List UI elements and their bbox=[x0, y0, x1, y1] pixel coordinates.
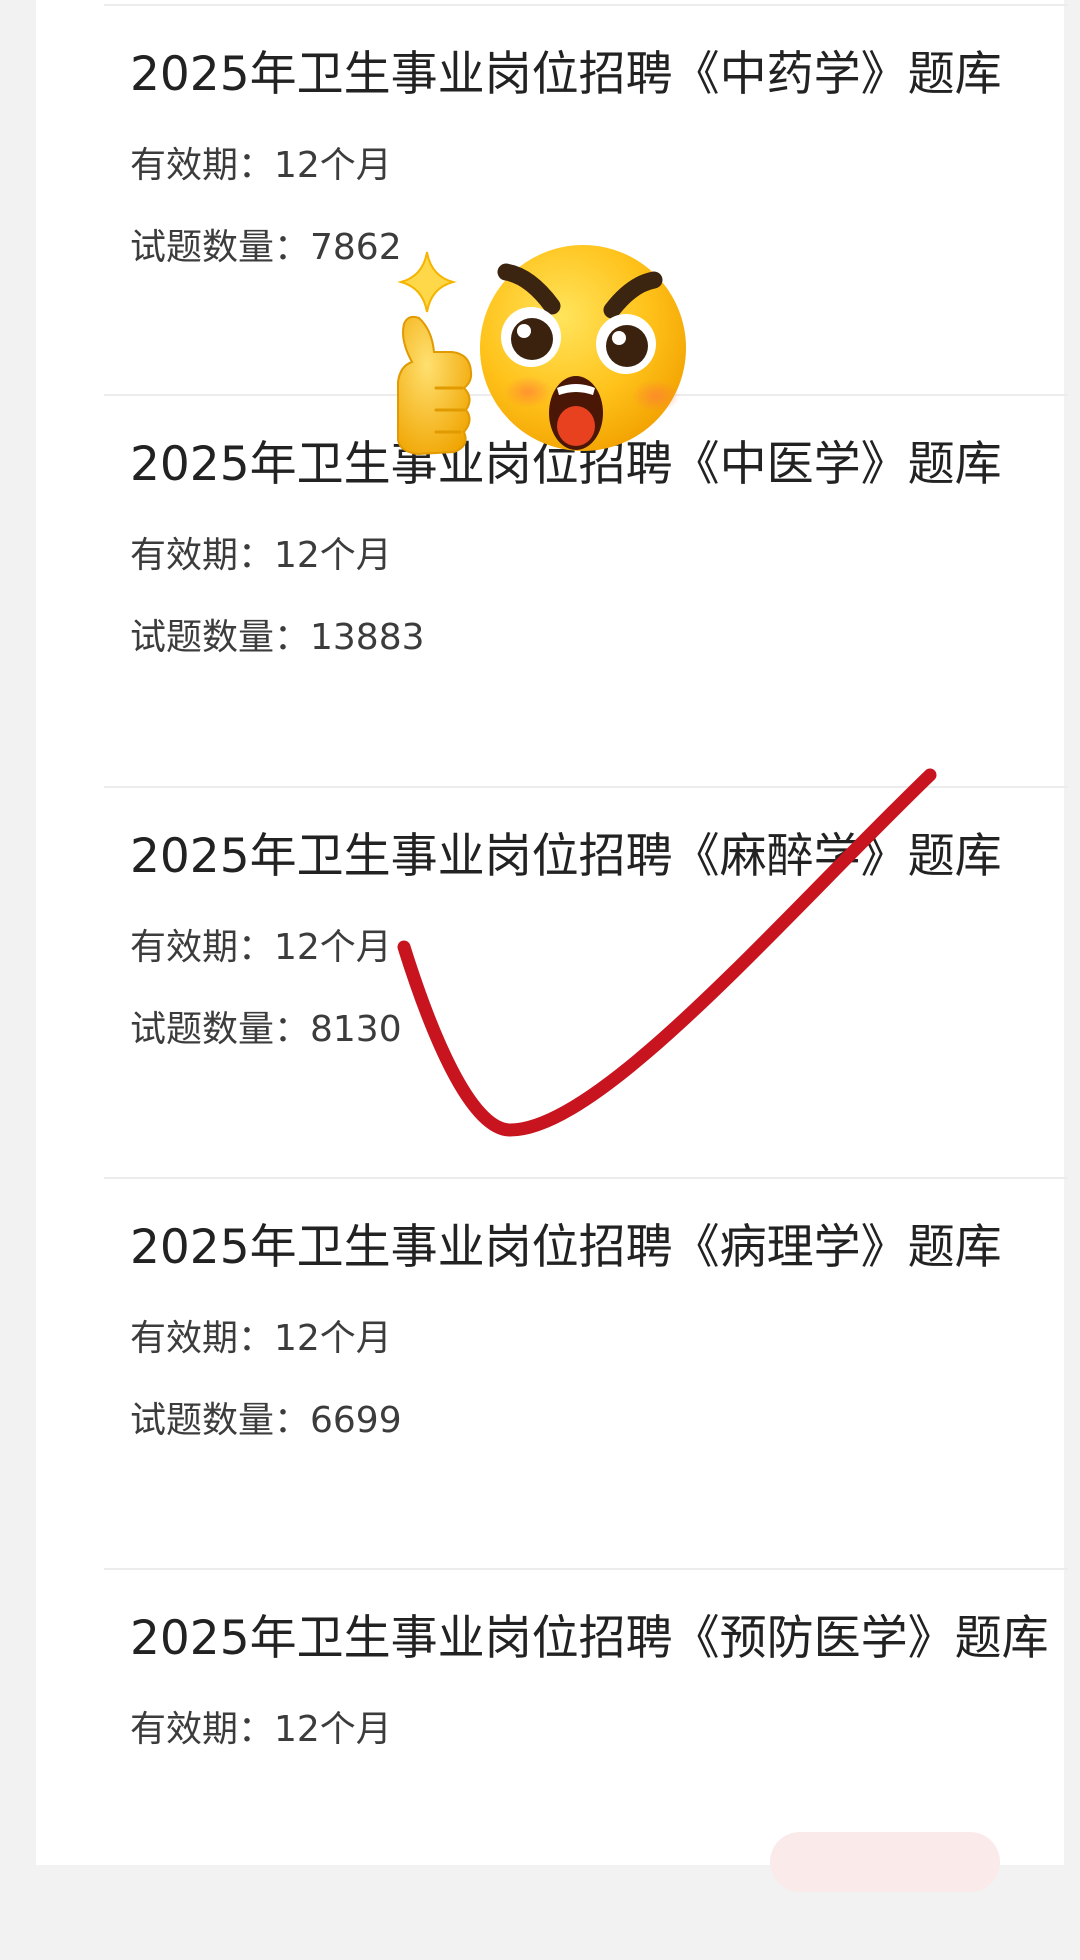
exam-list-panel: 2025年卫生事业岗位招聘《中药学》题库 有效期：12个月 试题数量：7862 … bbox=[36, 0, 1068, 1865]
validity-period: 有效期：12个月 bbox=[130, 1709, 392, 1750]
exam-bank-title: 2025年卫生事业岗位招聘《中医学》题库 bbox=[130, 437, 1002, 492]
exam-bank-title: 2025年卫生事业岗位招聘《预防医学》题库 bbox=[130, 1611, 1049, 1666]
exam-bank-item[interactable]: 2025年卫生事业岗位招聘《预防医学》题库 有效期：12个月 bbox=[104, 1568, 1068, 1960]
exam-bank-title: 2025年卫生事业岗位招聘《病理学》题库 bbox=[130, 1220, 1002, 1275]
exam-bank-item[interactable]: 2025年卫生事业岗位招聘《中医学》题库 有效期：12个月 试题数量：13883 bbox=[104, 394, 1068, 786]
question-count: 试题数量：13883 bbox=[130, 617, 425, 658]
validity-period: 有效期：12个月 bbox=[130, 535, 392, 576]
validity-period: 有效期：12个月 bbox=[130, 927, 392, 968]
question-count: 试题数量：7862 bbox=[130, 227, 402, 268]
bottom-action-pill[interactable] bbox=[770, 1832, 1000, 1892]
exam-bank-title: 2025年卫生事业岗位招聘《麻醉学》题库 bbox=[130, 829, 1002, 884]
exam-bank-item[interactable]: 2025年卫生事业岗位招聘《麻醉学》题库 有效期：12个月 试题数量：8130 bbox=[104, 786, 1068, 1178]
validity-period: 有效期：12个月 bbox=[130, 145, 392, 186]
exam-bank-item[interactable]: 2025年卫生事业岗位招聘《病理学》题库 有效期：12个月 试题数量：6699 bbox=[104, 1177, 1068, 1569]
question-count: 试题数量：6699 bbox=[130, 1400, 402, 1441]
exam-bank-title: 2025年卫生事业岗位招聘《中药学》题库 bbox=[130, 47, 1002, 102]
validity-period: 有效期：12个月 bbox=[130, 1318, 392, 1359]
exam-bank-item[interactable]: 2025年卫生事业岗位招聘《中药学》题库 有效期：12个月 试题数量：7862 bbox=[104, 4, 1068, 396]
question-count: 试题数量：8130 bbox=[130, 1009, 402, 1050]
